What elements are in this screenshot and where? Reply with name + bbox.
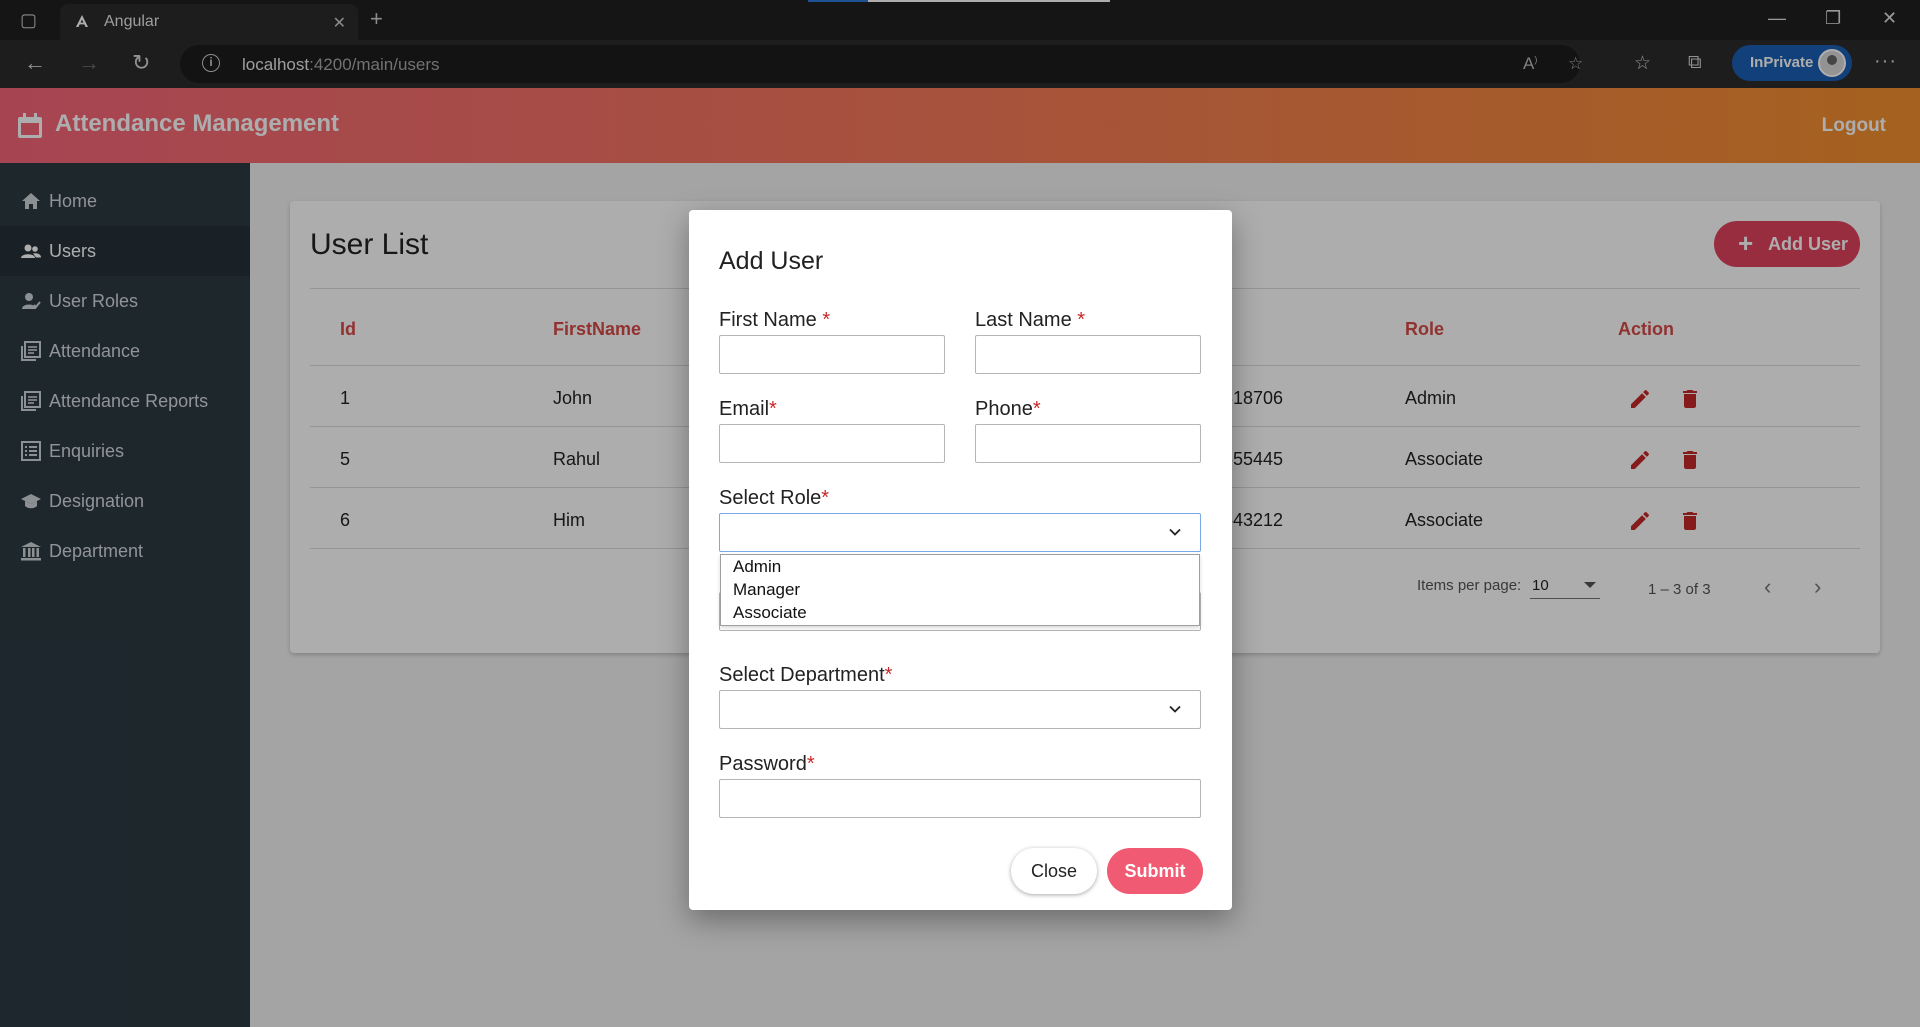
email-label: Email* [719,398,777,420]
add-user-dialog: Add User First Name * Last Name * Email*… [689,210,1232,910]
close-button[interactable]: Close [1011,848,1097,894]
password-field[interactable] [719,779,1201,818]
password-label: Password* [719,753,815,775]
role-label: Select Role* [719,487,830,509]
chevron-down-icon [1169,528,1181,536]
phone-field[interactable] [975,424,1201,463]
first-name-label: First Name * [719,309,831,331]
role-option-associate[interactable]: Associate [733,603,807,623]
role-option-admin[interactable]: Admin [733,557,781,577]
role-select[interactable] [719,513,1201,552]
first-name-field[interactable] [719,335,945,374]
department-label: Select Department* [719,664,893,686]
role-option-manager[interactable]: Manager [733,580,800,600]
email-field[interactable] [719,424,945,463]
department-select[interactable] [719,690,1201,729]
last-name-label: Last Name * [975,309,1086,331]
last-name-field[interactable] [975,335,1201,374]
chevron-down-icon [1169,705,1181,713]
dialog-title: Add User [719,247,824,275]
phone-label: Phone* [975,398,1041,420]
role-options-list: Admin Manager Associate [720,554,1200,626]
submit-button[interactable]: Submit [1107,848,1203,894]
